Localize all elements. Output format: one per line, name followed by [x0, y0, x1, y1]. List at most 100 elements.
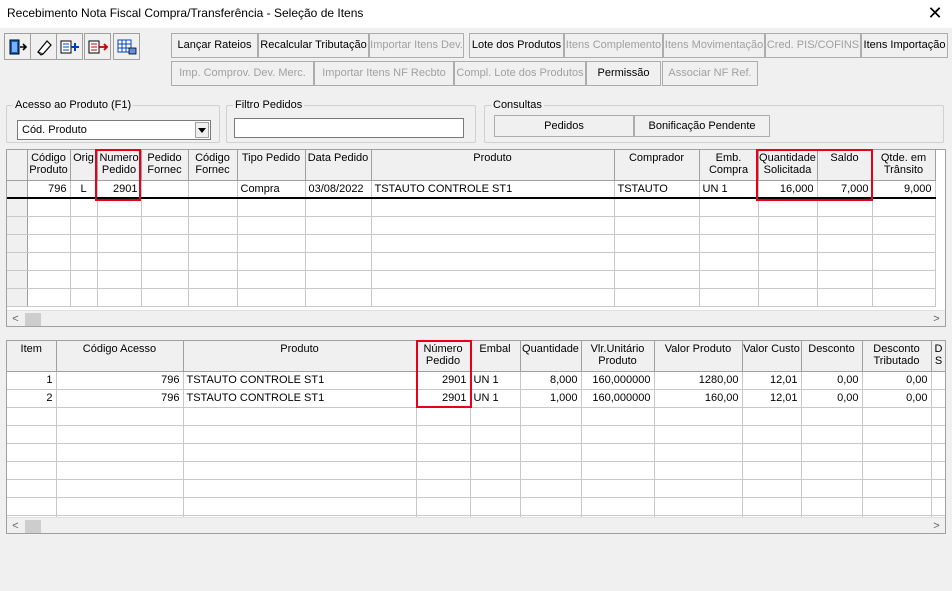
pedidos-cell[interactable] — [141, 234, 189, 253]
pedidos-cell[interactable]: 16,000 — [758, 180, 818, 199]
pedidos-cell[interactable] — [699, 234, 759, 253]
table-row[interactable] — [7, 443, 945, 462]
pedidos-cell[interactable] — [97, 270, 142, 289]
itens-cell[interactable] — [470, 461, 521, 480]
table-row[interactable]: 796 L 2901 Compra 03/08/2022 TSTAUTO CONTROLE… — [7, 180, 936, 199]
pedidos-cell[interactable] — [70, 234, 98, 253]
itens-cell[interactable] — [742, 461, 802, 480]
pedidos-cell[interactable]: UN 1 — [699, 180, 759, 199]
pedidos-cell[interactable] — [70, 270, 98, 289]
table-row[interactable] — [7, 234, 936, 253]
itens-cell[interactable] — [183, 461, 417, 480]
itens-cell[interactable] — [470, 443, 521, 462]
pedidos-cell[interactable] — [27, 252, 71, 271]
itens-cell[interactable] — [931, 497, 945, 516]
pedidos-cell[interactable] — [97, 252, 142, 271]
pedidos-cell[interactable] — [141, 198, 189, 217]
itens-cell[interactable] — [520, 479, 582, 498]
itens-cell[interactable]: 796 — [56, 371, 184, 390]
itens-cell[interactable] — [581, 497, 655, 516]
pedidos-header-7[interactable]: Data Pedido — [305, 150, 372, 181]
itens-header-1[interactable]: Código Acesso — [56, 341, 184, 372]
pedidos-header-5[interactable]: Código Fornec — [188, 150, 238, 181]
table-row[interactable] — [7, 198, 936, 217]
pedidos-cell[interactable] — [371, 198, 615, 217]
pedidos-cell[interactable] — [699, 252, 759, 271]
pedidos-cell[interactable] — [70, 198, 98, 217]
itens-cell[interactable] — [862, 425, 932, 444]
pedidos-cell[interactable] — [872, 252, 936, 271]
table-row[interactable] — [7, 497, 945, 516]
itens-cell[interactable] — [931, 425, 945, 444]
pedidos-cell[interactable] — [70, 216, 98, 235]
itens-header-7[interactable]: Valor Produto — [654, 341, 743, 372]
pedidos-cell[interactable]: L — [70, 180, 98, 199]
pedidos-cell[interactable] — [371, 216, 615, 235]
pedidos-cell[interactable] — [141, 270, 189, 289]
itens-cell[interactable]: 0,00 — [801, 389, 863, 408]
itens-cell[interactable] — [183, 407, 417, 426]
pedidos-header-12[interactable]: Saldo — [817, 150, 873, 181]
toolbar-row2-button-5[interactable]: Associar NF Ref. — [662, 61, 758, 86]
pedidos-cell[interactable]: 796 — [27, 180, 71, 199]
pedidos-cell[interactable] — [872, 234, 936, 253]
itens-cell[interactable]: 1,000 — [520, 389, 582, 408]
itens-cell[interactable] — [416, 461, 471, 480]
pedidos-cell[interactable] — [758, 216, 818, 235]
itens-cell[interactable] — [56, 443, 184, 462]
itens-cell[interactable] — [654, 461, 743, 480]
itens-cell[interactable] — [801, 461, 863, 480]
itens-cell[interactable] — [183, 479, 417, 498]
itens-cell[interactable]: 160,000000 — [581, 389, 655, 408]
toolbar-row2-button-3[interactable]: Compl. Lote dos Produtos — [454, 61, 586, 86]
scroll-thumb[interactable] — [25, 520, 41, 533]
itens-header-9[interactable]: Desconto — [801, 341, 863, 372]
itens-cell[interactable] — [742, 443, 802, 462]
pedidos-header-6[interactable]: Tipo Pedido — [237, 150, 306, 181]
pedidos-cell[interactable] — [141, 252, 189, 271]
pedidos-cell[interactable] — [237, 198, 306, 217]
pedidos-header-10[interactable]: Emb. Compra — [699, 150, 759, 181]
pedidos-cell[interactable] — [305, 216, 372, 235]
pedidos-grid[interactable]: Código Produto Orig Numero Pedido Pedido Fo… — [6, 149, 946, 327]
itens-cell[interactable] — [416, 407, 471, 426]
itens-cell[interactable]: 1 — [7, 371, 57, 390]
filtro-pedidos-input[interactable] — [234, 118, 464, 138]
pedidos-cell[interactable]: 9,000 — [872, 180, 936, 199]
pedidos-cell[interactable] — [27, 216, 71, 235]
pedidos-cell[interactable] — [758, 234, 818, 253]
pedidos-cell[interactable] — [7, 288, 28, 307]
pedidos-cell[interactable] — [817, 216, 873, 235]
pedidos-cell[interactable] — [7, 270, 28, 289]
pedidos-cell[interactable] — [27, 234, 71, 253]
itens-cell[interactable] — [470, 497, 521, 516]
itens-cell[interactable] — [7, 461, 57, 480]
itens-cell[interactable] — [931, 461, 945, 480]
pedidos-cell[interactable] — [758, 270, 818, 289]
pedidos-cell[interactable] — [371, 288, 615, 307]
pedidos-cell[interactable] — [371, 270, 615, 289]
pedidos-cell[interactable] — [614, 234, 700, 253]
pedidos-cell[interactable] — [7, 252, 28, 271]
pedidos-cell[interactable]: 2901 — [97, 180, 142, 199]
toolbar-row1-button-2[interactable]: Recalcular Tributação — [258, 33, 369, 58]
itens-cell[interactable] — [931, 371, 945, 390]
itens-cell[interactable]: 1280,00 — [654, 371, 743, 390]
add-item-button[interactable] — [56, 33, 83, 60]
pedidos-cell[interactable] — [141, 180, 189, 199]
pedidos-cell[interactable]: Compra — [237, 180, 306, 199]
pedidos-cell[interactable] — [699, 198, 759, 217]
pedidos-cell[interactable] — [7, 234, 28, 253]
itens-cell[interactable] — [7, 443, 57, 462]
itens-cell[interactable]: 2901 — [416, 389, 471, 408]
itens-cell[interactable] — [183, 497, 417, 516]
itens-cell[interactable] — [742, 479, 802, 498]
bonificacao-pendente-button[interactable]: Bonificação Pendente — [634, 115, 770, 137]
pedidos-horizontal-scrollbar[interactable]: < > — [7, 310, 945, 326]
itens-cell[interactable]: 12,01 — [742, 371, 802, 390]
toolbar-row1-button-6[interactable]: Itens Movimentação — [663, 33, 765, 58]
itens-cell[interactable] — [931, 407, 945, 426]
table-row[interactable] — [7, 461, 945, 480]
pedidos-cell[interactable] — [817, 270, 873, 289]
itens-header-2[interactable]: Produto — [183, 341, 417, 372]
